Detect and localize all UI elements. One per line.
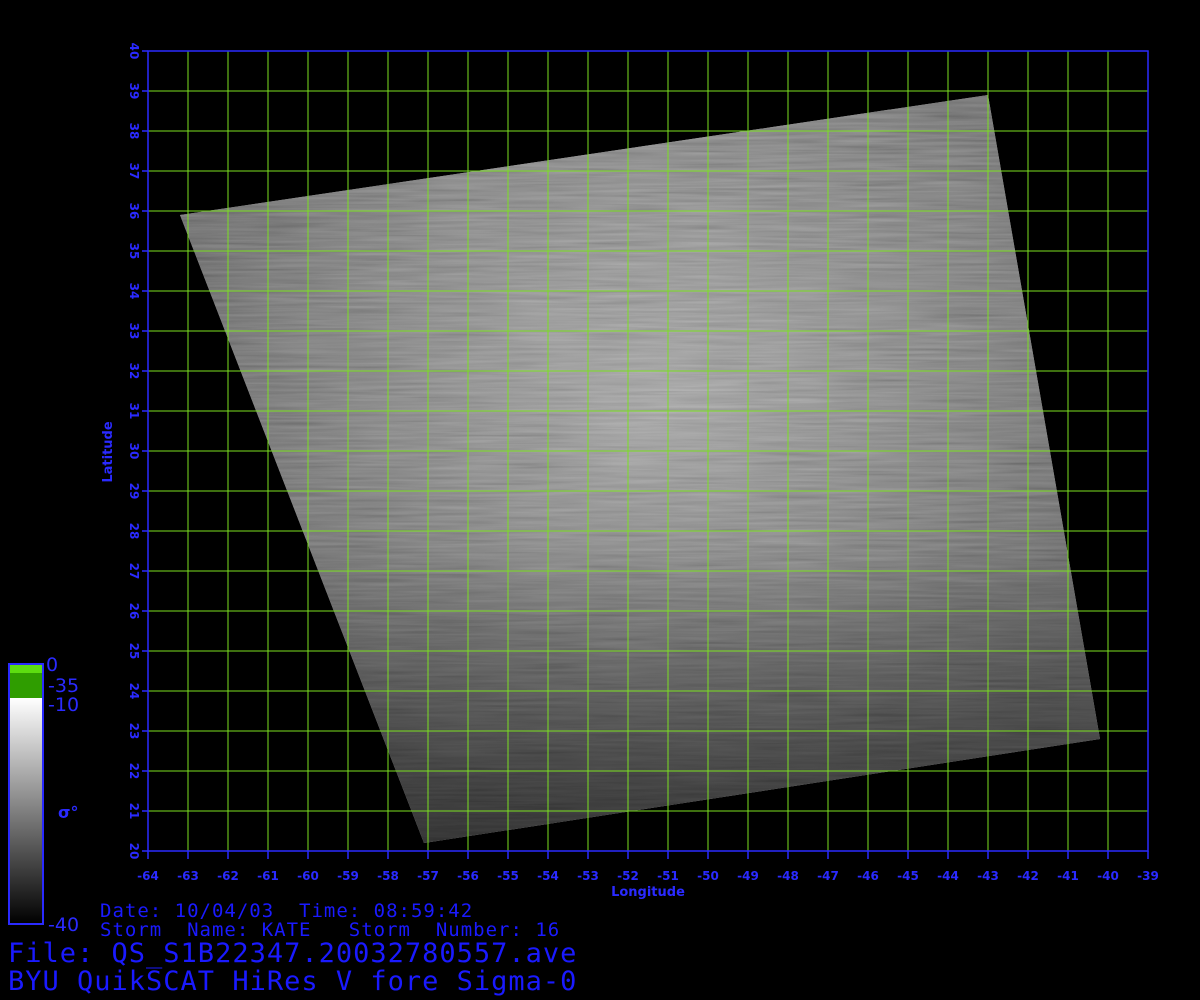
- colorbar-bottom-label: -40: [48, 914, 80, 936]
- longitude-tick-label: -56: [457, 869, 479, 883]
- longitude-tick-label: -39: [1137, 869, 1159, 883]
- longitude-tick-label: -60: [297, 869, 319, 883]
- latitude-tick-label: 22: [127, 763, 141, 780]
- longitude-tick-label: -50: [697, 869, 719, 883]
- colorbar-grey-ramp: [9, 698, 43, 924]
- longitude-axis-label: Longitude: [611, 885, 685, 900]
- longitude-tick-label: -45: [897, 869, 919, 883]
- longitude-tick-label: -64: [137, 869, 159, 883]
- latitude-tick-label: 28: [127, 523, 141, 540]
- longitude-tick-label: -52: [617, 869, 639, 883]
- longitude-tick-label: -55: [497, 869, 519, 883]
- latitude-tick-label: 21: [127, 803, 141, 820]
- latitude-tick-label: 29: [127, 483, 141, 500]
- latitude-tick-label: 35: [127, 243, 141, 260]
- longitude-tick-label: -58: [377, 869, 399, 883]
- latitude-tick-label: 25: [127, 643, 141, 660]
- latitude-tick-label: 39: [127, 83, 141, 100]
- latitude-tick-label: 38: [127, 123, 141, 140]
- latitude-tick-label: 36: [127, 203, 141, 220]
- latitude-axis-label: Latitude: [101, 421, 116, 483]
- latitude-tick-label: 37: [127, 163, 141, 180]
- longitude-tick-label: -42: [1017, 869, 1039, 883]
- latitude-tick-label: 24: [127, 683, 141, 700]
- lat-lon-grid: [147, 50, 1149, 852]
- longitude-tick-label: -53: [577, 869, 599, 883]
- latitude-tick-label: 33: [127, 323, 141, 340]
- product-title-line: BYU QuikSCAT HiRes V fore Sigma-0: [8, 966, 578, 997]
- sigma0-map: -64 -63 -62 -61 -60 -59 -58 -57 -56 -55 -54 -53 -52 -…: [8, 43, 1159, 925]
- latitude-tick-label: 27: [127, 563, 141, 580]
- latitude-tick-label: 20: [127, 843, 141, 860]
- latitude-tick-label: 26: [127, 603, 141, 620]
- latitude-tick-label: 34: [127, 283, 141, 300]
- latitude-tick-label: 32: [127, 363, 141, 380]
- longitude-tick-label: -54: [537, 869, 559, 883]
- latitude-tick-label: 40: [127, 43, 141, 60]
- longitude-tick-label: -44: [937, 869, 959, 883]
- colorbar-white-label: -10: [48, 694, 80, 716]
- longitude-tick-label: -57: [417, 869, 439, 883]
- longitude-tick-label: -59: [337, 869, 359, 883]
- latitude-tick-label: 30: [127, 443, 141, 460]
- longitude-tick-label: -40: [1097, 869, 1119, 883]
- longitude-tick-label: -43: [977, 869, 999, 883]
- latitude-tick-label: 23: [127, 723, 141, 740]
- sigma0-colorbar: [8, 663, 44, 925]
- longitude-tick-label: -62: [217, 869, 239, 883]
- longitude-tick-label: -47: [817, 869, 839, 883]
- latitude-tick-label: 31: [127, 403, 141, 420]
- file-name-line: File: QS_S1B22347.20032780557.ave: [8, 938, 578, 969]
- longitude-tick-label: -41: [1057, 869, 1079, 883]
- longitude-tick-label: -63: [177, 869, 199, 883]
- longitude-tick-label: -51: [657, 869, 679, 883]
- colorbar-top-label: 0: [46, 654, 59, 676]
- colorbar-sigma-symbol: σ°: [58, 803, 79, 822]
- longitude-tick-label: -46: [857, 869, 879, 883]
- longitude-tick-label: -61: [257, 869, 279, 883]
- longitude-tick-label: -49: [737, 869, 759, 883]
- longitude-tick-label: -48: [777, 869, 799, 883]
- colorbar-bright-green-segment: [9, 664, 43, 673]
